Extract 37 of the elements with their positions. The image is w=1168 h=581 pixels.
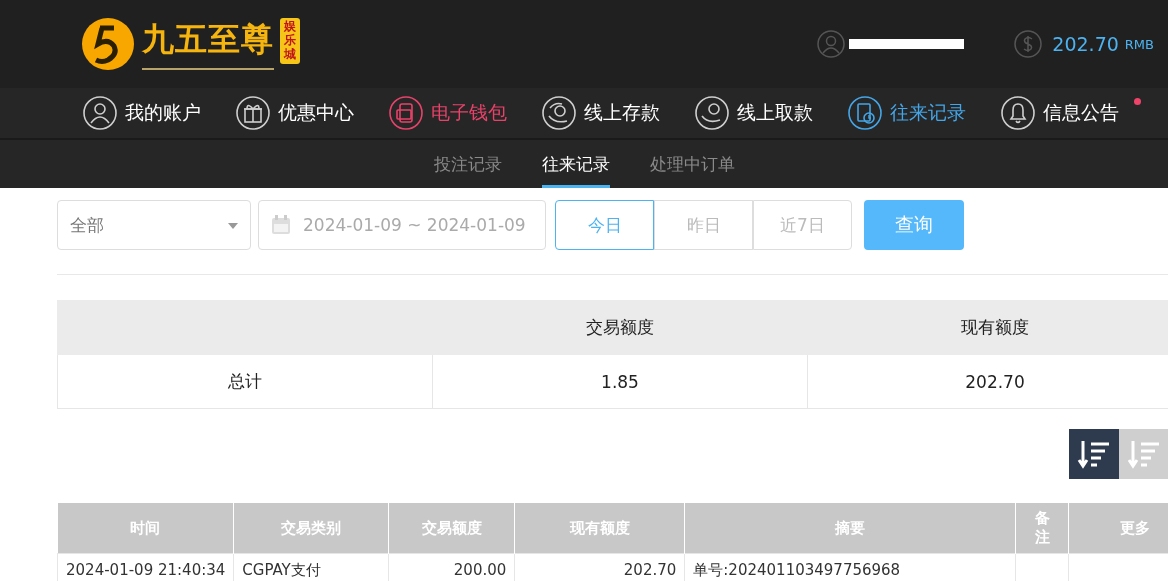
table-cell: 总计 [57, 354, 433, 409]
logo-badge: 娱乐城 [280, 18, 300, 64]
table-cell: 1.85 [432, 354, 808, 409]
sort-button[interactable] [1069, 429, 1119, 479]
currency-label: RMB [1124, 36, 1154, 52]
header-cell: 现有额度 [807, 300, 1168, 355]
nav-item[interactable]: 我的账户 [83, 88, 236, 138]
dollar-icon [1014, 30, 1043, 58]
table-cell: 2024-01-09 21:40:34 [57, 553, 234, 581]
type-select[interactable]: 全部 [57, 200, 251, 250]
nav-item[interactable]: 电子钱包 [389, 88, 542, 138]
nav-item[interactable]: 线上取款 [695, 88, 848, 138]
table-cell: CGPAY支付 [233, 553, 389, 581]
user-icon [817, 30, 846, 58]
sub-tab[interactable]: 处理中订单 [649, 140, 735, 188]
bell-icon [1001, 96, 1035, 130]
sub-tab[interactable]: 往来记录 [541, 140, 610, 188]
nav-item[interactable]: 优惠中心 [236, 88, 389, 138]
sub-tab[interactable]: 投注记录 [433, 140, 502, 188]
sort-icon [1127, 439, 1161, 469]
header-cell: 交易额度 [432, 300, 808, 355]
nav-item[interactable]: 往来记录 [848, 88, 1001, 138]
sort-icon [1077, 439, 1111, 469]
table-cell: 202.70 [514, 553, 685, 581]
calendar-icon [271, 215, 291, 235]
user-icon [83, 96, 117, 130]
nav-item[interactable]: 线上存款 [542, 88, 695, 138]
nav-item[interactable]: 信息公告 [1001, 88, 1154, 138]
logo-title: 九五至尊 [142, 18, 274, 70]
logo-icon [80, 16, 136, 72]
gift-icon [236, 96, 270, 130]
table-cell: 200.00 [388, 553, 515, 581]
wallet-icon [389, 96, 423, 130]
clipboard-clock-icon [848, 96, 882, 130]
table-cell: 单号:202401103497756968 [684, 553, 1016, 581]
balance-amount: 202.70 [1052, 33, 1119, 55]
date-preset-button[interactable]: 今日 [555, 200, 654, 250]
